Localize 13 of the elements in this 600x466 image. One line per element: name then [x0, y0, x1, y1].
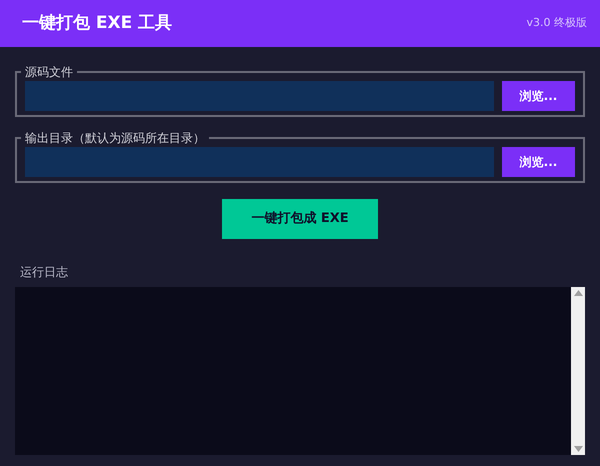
group-label: 源码文件 — [24, 64, 74, 81]
group-label: 输出目录（默认为源码所在目录） — [24, 130, 206, 147]
browse-button[interactable]: 浏览... — [502, 147, 575, 177]
browse-button[interactable]: 浏览... — [502, 81, 575, 111]
scroll-down-icon[interactable] — [574, 446, 582, 452]
build-exe-button[interactable]: 一键打包成 EXE — [222, 199, 378, 239]
path-input-field[interactable] — [25, 81, 494, 111]
scroll-up-icon[interactable] — [574, 290, 582, 296]
app-title: 一键打包 EXE 工具 — [22, 12, 172, 35]
log-label: 运行日志 — [20, 264, 69, 281]
scrollbar[interactable] — [571, 287, 585, 455]
path-input-field[interactable] — [25, 147, 494, 177]
version-label: v3.0 终极版 — [526, 15, 587, 32]
